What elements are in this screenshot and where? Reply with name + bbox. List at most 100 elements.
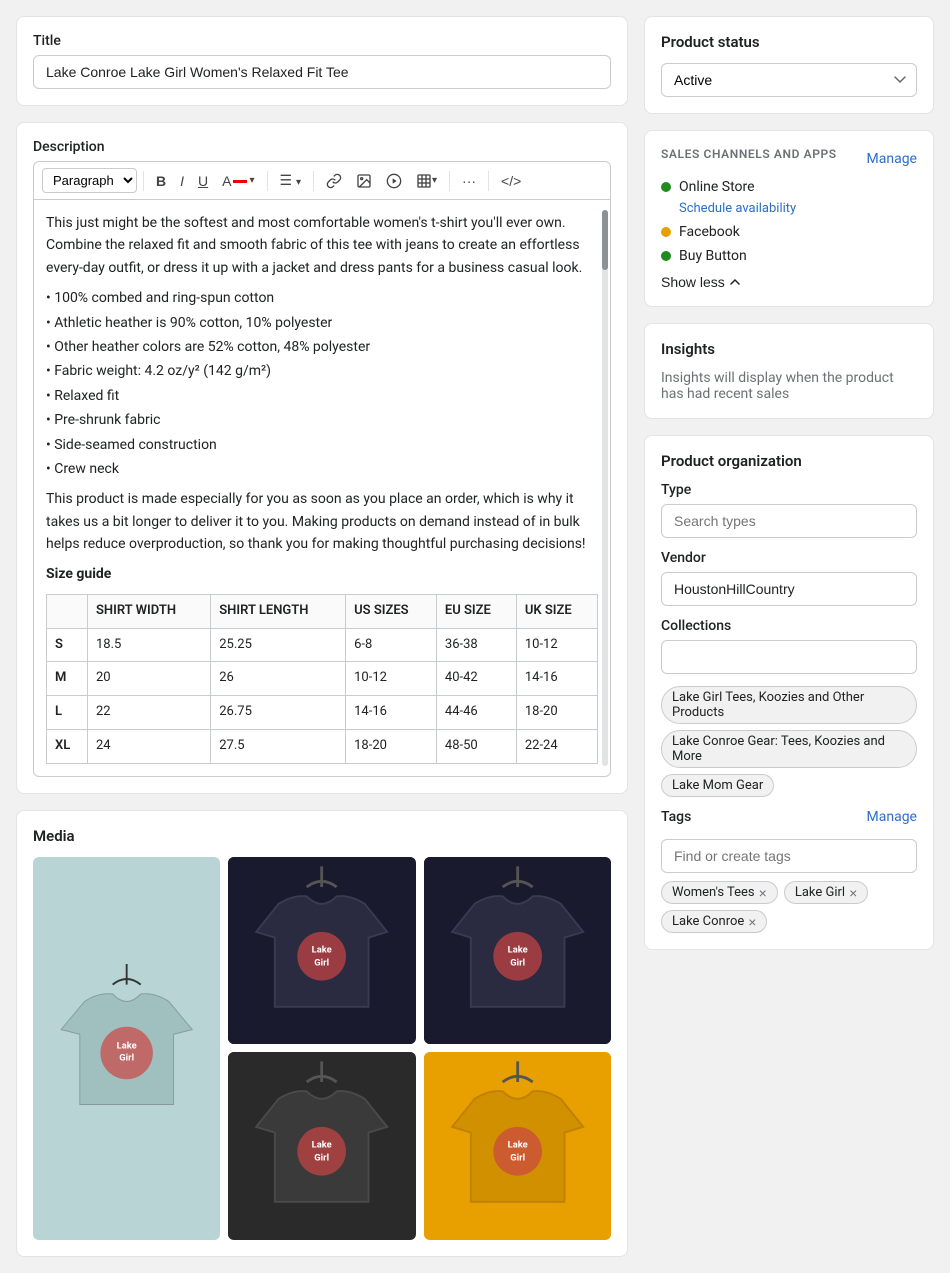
collection-tag-0: Lake Girl Tees, Koozies and Other Produc… [661,686,917,724]
col-header-0 [47,594,88,628]
description-label: Description [33,139,611,155]
source-button[interactable]: </> [495,169,527,193]
description-card: Description Paragraph B I U A ▾ ☰ ▾ [16,122,628,794]
collection-tag-1: Lake Conroe Gear: Tees, Koozies and More [661,730,917,768]
tag-chip-lake-conroe: Lake Conroe × [661,910,767,933]
facebook-name: Facebook [679,224,740,240]
insights-title: Insights [661,340,917,358]
tag-chip-womens-tees: Women's Tees × [661,881,778,904]
svg-text:Lake: Lake [312,944,332,955]
more-button[interactable]: ··· [456,169,482,193]
table-cell: 25.25 [211,628,346,662]
table-cell: 10-12 [346,662,437,696]
color-button[interactable]: A ▾ [216,169,260,193]
table-cell: 18.5 [87,628,210,662]
organization-title: Product organization [661,452,917,470]
show-less-button[interactable]: Show less [661,274,741,290]
tags-manage-link[interactable]: Manage [867,809,917,825]
size-table: SHIRT WIDTH SHIRT LENGTH US SIZES EU SIZ… [46,594,598,764]
media-main-image[interactable]: Lake Girl [33,857,220,1240]
status-select[interactable]: Active Draft [661,63,917,97]
table-cell: 18-20 [346,730,437,764]
editor-scrollbar[interactable] [602,210,608,766]
vendor-input[interactable] [661,572,917,606]
bold-button[interactable]: B [150,169,172,193]
main-tshirt-svg: Lake Girl [33,857,220,1240]
media-thumb-4[interactable]: Lake Girl [424,1052,611,1239]
table-cell: 44-46 [436,696,516,730]
buy-button-row: Buy Button [661,248,917,264]
sales-channels-manage[interactable]: Manage [867,151,917,167]
vendor-field: Vendor [661,550,917,606]
svg-text:Lake: Lake [117,1040,137,1051]
table-row: XL2427.518-2048-5022-24 [47,730,598,764]
vendor-label: Vendor [661,550,917,566]
svg-text:Girl: Girl [315,1153,330,1164]
media-card: Media Lake Girl [16,810,628,1257]
collections-input[interactable] [661,640,917,674]
type-label: Type [661,482,917,498]
paragraph-select[interactable]: Paragraph [42,168,137,193]
col-header-3: US SIZES [346,594,437,628]
media-thumb-3[interactable]: Lake Girl [228,1052,415,1239]
svg-text:Girl: Girl [119,1052,134,1063]
tags-header: Tags Manage [661,809,917,825]
table-cell: 22-24 [516,730,597,764]
sales-channels-header: SALES CHANNELS AND APPS Manage [661,147,917,171]
tag-lake-conroe-remove[interactable]: × [748,915,756,929]
table-cell: S [47,628,88,662]
editor-para-1: This just might be the softest and most … [46,212,598,279]
schedule-link[interactable]: Schedule availability [679,201,917,216]
col-header-5: UK SIZE [516,594,597,628]
table-row: S18.525.256-836-3810-12 [47,628,598,662]
collections-tag-list: Lake Girl Tees, Koozies and Other Produc… [661,686,917,797]
title-label: Title [33,33,611,49]
title-input[interactable] [33,55,611,89]
tag-womens-tees-remove[interactable]: × [759,886,767,900]
table-button[interactable]: ▾ [410,169,443,193]
italic-button[interactable]: I [174,169,190,193]
svg-text:Girl: Girl [315,957,330,968]
tag-chip-lake-girl: Lake Girl × [784,881,868,904]
play-button[interactable] [380,169,408,193]
table-cell: 6-8 [346,628,437,662]
tag-lake-girl-label: Lake Girl [795,885,845,900]
sep-1 [143,171,144,191]
tags-input[interactable] [661,839,917,873]
sep-4 [449,171,450,191]
media-thumb-1[interactable]: Lake Girl [228,857,415,1044]
tag-lake-conroe-label: Lake Conroe [672,914,744,929]
table-row: M202610-1240-4214-16 [47,662,598,696]
tags-field: Tags Manage Women's Tees × Lake Girl × L… [661,809,917,933]
table-cell: 40-42 [436,662,516,696]
table-cell: 27.5 [211,730,346,764]
table-cell: 22 [87,696,210,730]
editor-list: 100% combed and ring-spun cotton Athleti… [46,287,598,480]
online-store-row: Online Store [661,179,917,195]
tshirt-svg-4: Lake Girl [228,1052,415,1239]
media-thumb-2[interactable]: Lake Girl [424,857,611,1044]
sep-2 [267,171,268,191]
buy-button-name: Buy Button [679,248,747,264]
type-input[interactable] [661,504,917,538]
table-cell: 20 [87,662,210,696]
tags-chip-list: Women's Tees × Lake Girl × Lake Conroe × [661,881,917,933]
type-field: Type [661,482,917,538]
show-less-label: Show less [661,274,725,290]
table-cell: 26.75 [211,696,346,730]
link-button[interactable] [320,169,348,193]
tag-lake-girl-remove[interactable]: × [849,886,857,900]
product-status-title: Product status [661,33,917,51]
svg-text:Girl: Girl [510,957,525,968]
tshirt-svg-5: Lake Girl [424,1052,611,1239]
image-button[interactable] [350,169,378,193]
table-cell: M [47,662,88,696]
col-header-1: SHIRT WIDTH [87,594,210,628]
editor-para-2: This product is made especially for you … [46,488,598,555]
editor-body[interactable]: This just might be the softest and most … [33,199,611,777]
svg-text:Lake: Lake [507,944,527,955]
align-button[interactable]: ☰ ▾ [274,168,307,193]
media-grid: Lake Girl Lake Girl [33,857,611,1240]
underline-button[interactable]: U [192,169,214,193]
editor-toolbar: Paragraph B I U A ▾ ☰ ▾ [33,161,611,199]
